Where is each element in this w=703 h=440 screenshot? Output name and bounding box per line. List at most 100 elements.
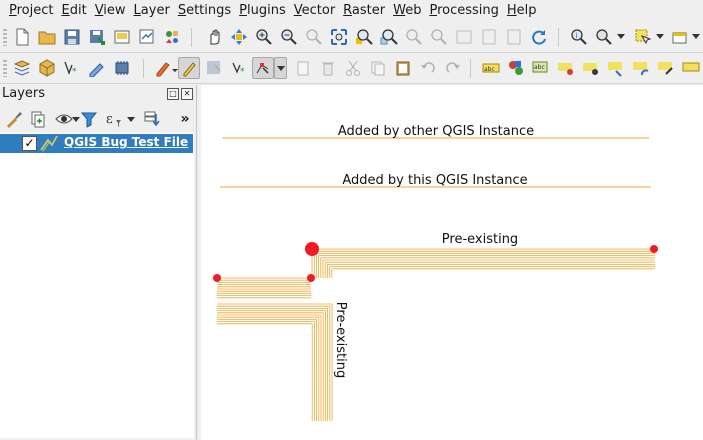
copy-features-icon[interactable]: [368, 58, 388, 78]
layers-tree: ✓ QGIS Bug Test File: [0, 133, 194, 438]
menu-processing[interactable]: Processing: [420, 0, 498, 21]
refresh-icon[interactable]: [529, 27, 549, 47]
layer-visibility-checkbox[interactable]: ✓: [22, 136, 37, 151]
zoom-in-icon[interactable]: [254, 27, 274, 47]
zoom-to-layer-icon[interactable]: [379, 27, 399, 47]
svg-text:i: i: [576, 32, 578, 40]
layers-panel-toolbar: ε »: [0, 105, 196, 131]
toolbar-grip[interactable]: [3, 60, 7, 77]
open-project-icon[interactable]: [37, 27, 57, 47]
save-edits-icon[interactable]: [204, 58, 224, 78]
svg-text:*: *: [240, 67, 245, 77]
label-toolbar-icon[interactable]: abc: [481, 58, 501, 78]
add-feature-icon[interactable]: *: [229, 58, 249, 78]
save-project-icon[interactable]: [62, 27, 82, 47]
menu-help[interactable]: Help: [498, 0, 537, 21]
label-pre-existing-vertical: Pre-existing: [333, 302, 348, 378]
label-other-instance: Added by other QGIS Instance: [338, 124, 534, 139]
paste-features-icon[interactable]: [393, 58, 413, 78]
new-3d-view-icon[interactable]: [479, 27, 499, 47]
temporal-icon[interactable]: [504, 27, 524, 47]
pre-existing-line-left: [217, 277, 311, 299]
new-vector-layer-icon[interactable]: *: [62, 58, 82, 78]
menu-project[interactable]: Project: [0, 0, 54, 21]
chevron-down-icon[interactable]: [692, 34, 700, 39]
filter-expression-icon[interactable]: ε: [104, 109, 124, 129]
toolbar-grip[interactable]: [3, 29, 7, 46]
vertex-marker[interactable]: [307, 274, 315, 282]
map-svg[interactable]: Added by other QGIS Instance Added by th…: [201, 85, 703, 440]
rotate-label-icon[interactable]: [631, 58, 651, 78]
map-canvas[interactable]: Added by other QGIS Instance Added by th…: [201, 85, 703, 440]
save-as-icon[interactable]: [87, 27, 107, 47]
data-source-manager-icon[interactable]: [12, 58, 32, 78]
select-icon[interactable]: [633, 27, 653, 47]
vertex-marker[interactable]: [650, 245, 658, 253]
pre-existing-line-vertical: [217, 303, 333, 421]
chevron-down-icon[interactable]: [127, 117, 135, 122]
new-map-view-icon[interactable]: [454, 27, 474, 47]
layer-name: QGIS Bug Test File: [64, 135, 189, 149]
toggle-editing-icon[interactable]: [178, 57, 200, 79]
more-tools-icon[interactable]: [681, 58, 701, 78]
menu-view[interactable]: View: [86, 0, 126, 21]
move-label-icon[interactable]: [606, 58, 626, 78]
new-memory-layer-icon[interactable]: [112, 58, 132, 78]
delete-icon[interactable]: [318, 58, 338, 78]
menu-raster[interactable]: Raster: [334, 0, 385, 21]
menu-vector[interactable]: Vector: [285, 0, 335, 21]
pre-existing-line-horizontal: [311, 248, 655, 278]
measure-icon[interactable]: [594, 27, 614, 47]
digitize-icon[interactable]: [87, 58, 107, 78]
diagram-icon[interactable]: [506, 58, 526, 78]
menu-edit[interactable]: Edit: [53, 0, 87, 21]
menu-plugins[interactable]: Plugins: [230, 0, 286, 21]
layer-styling-icon[interactable]: [4, 109, 24, 129]
svg-text:abc: abc: [534, 64, 545, 71]
new-geopackage-layer-icon[interactable]: [37, 58, 57, 78]
vertex-tool-icon[interactable]: [252, 57, 274, 79]
style-manager-icon[interactable]: [162, 27, 182, 47]
highlight-pinned-icon[interactable]: abc: [531, 58, 551, 78]
menu-settings[interactable]: Settings: [169, 0, 231, 21]
change-label-icon[interactable]: [656, 58, 676, 78]
current-edits-icon[interactable]: [153, 58, 173, 78]
new-print-layout-icon[interactable]: [112, 27, 132, 47]
pan-icon[interactable]: [204, 27, 224, 47]
new-project-icon[interactable]: [12, 27, 32, 47]
pin-label-icon[interactable]: [556, 58, 576, 78]
pan-to-selection-icon[interactable]: [229, 27, 249, 47]
zoom-last-icon[interactable]: [404, 27, 424, 47]
zoom-native-icon[interactable]: [304, 27, 324, 47]
cut-features-icon[interactable]: [343, 58, 363, 78]
visibility-icon[interactable]: [54, 109, 74, 129]
label-pre-existing-horizontal: Pre-existing: [442, 232, 518, 247]
layer-item[interactable]: ✓ QGIS Bug Test File: [0, 134, 193, 153]
delete-selected-icon[interactable]: [293, 58, 313, 78]
vertex-tool-dropdown[interactable]: [274, 57, 287, 79]
expand-all-icon[interactable]: [141, 109, 161, 129]
add-group-icon[interactable]: [28, 109, 48, 129]
svg-text:abc: abc: [484, 66, 495, 73]
zoom-out-icon[interactable]: [279, 27, 299, 47]
show-hide-label-icon[interactable]: [581, 58, 601, 78]
more-options-icon[interactable]: »: [175, 109, 195, 129]
attribute-table-icon[interactable]: [670, 27, 690, 47]
vertex-marker[interactable]: [213, 274, 221, 282]
zoom-next-icon[interactable]: [429, 27, 449, 47]
identify-icon[interactable]: i: [569, 27, 589, 47]
redo-icon[interactable]: [443, 58, 463, 78]
menu-bar: Project Edit View Layer Settings Plugins…: [0, 0, 703, 21]
float-panel-icon[interactable]: □: [167, 88, 179, 100]
zoom-to-selection-icon[interactable]: [354, 27, 374, 47]
menu-layer[interactable]: Layer: [125, 0, 170, 21]
zoom-full-icon[interactable]: [329, 27, 349, 47]
vertex-marker-large[interactable]: [305, 242, 319, 256]
filter-legend-icon[interactable]: [79, 109, 99, 129]
chevron-down-icon[interactable]: [656, 34, 664, 39]
undo-icon[interactable]: [418, 58, 438, 78]
chevron-down-icon[interactable]: [617, 34, 625, 39]
layout-manager-icon[interactable]: [137, 27, 157, 47]
close-panel-icon[interactable]: ✕: [181, 88, 193, 100]
menu-web[interactable]: Web: [384, 0, 421, 21]
